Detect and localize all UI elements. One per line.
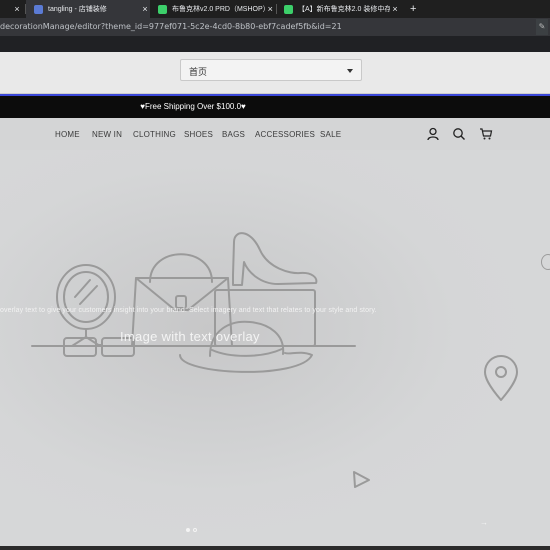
close-icon[interactable]: ×	[12, 4, 22, 14]
doc-favicon-icon	[158, 4, 167, 14]
address-bar: decorationManage/editor?theme_id=977ef07…	[0, 18, 550, 36]
tab-title: tangling - 店铺装修	[48, 6, 107, 13]
store-favicon-icon	[34, 4, 43, 14]
nav-accessories[interactable]: ACCESSORIES	[255, 130, 315, 139]
tab-issue[interactable]: 【A】新布鲁克林2.0 装修中存在 ×	[278, 0, 400, 18]
hero-subtext: overlay text to give your customers insi…	[0, 307, 377, 314]
browser-tab-strip: × tangling - 店铺装修 × 布鲁克林v2.0 PRD（MSHOP） …	[0, 0, 550, 18]
editor-toolbar: 首页	[0, 52, 550, 94]
pencil-icon[interactable]: ✎	[536, 19, 548, 35]
new-tab-button[interactable]: +	[410, 0, 416, 18]
nav-home[interactable]: HOME	[55, 130, 80, 139]
nav-new-in[interactable]: NEW IN	[92, 130, 122, 139]
slide-indicator	[186, 519, 200, 537]
search-icon[interactable]	[452, 127, 466, 141]
tab-title: 布鲁克林v2.0 PRD（MSHOP）	[172, 6, 266, 13]
browser-chrome-gap	[0, 36, 550, 52]
nav-shoes[interactable]: SHOES	[184, 130, 213, 139]
doc-favicon-icon	[284, 4, 293, 14]
slide-dot-active[interactable]	[186, 528, 190, 532]
slide-dot[interactable]	[193, 528, 197, 532]
nav-bags[interactable]: BAGS	[222, 130, 245, 139]
tab-prd[interactable]: 布鲁克林v2.0 PRD（MSHOP） ×	[152, 0, 275, 18]
hero-image-with-text-overlay[interactable]: overlay text to give your customers insi…	[0, 150, 550, 546]
close-icon[interactable]: ×	[390, 4, 400, 14]
arrow-right-icon[interactable]: →	[480, 518, 488, 527]
announcement-text: ♥Free Shipping Over $100.0♥	[140, 102, 246, 111]
cart-icon[interactable]	[479, 127, 493, 141]
nav-sale[interactable]: SALE	[320, 130, 341, 139]
chevron-down-icon	[347, 69, 353, 73]
tab-partial[interactable]: ×	[12, 0, 22, 18]
url-field[interactable]: decorationManage/editor?theme_id=977ef07…	[0, 22, 342, 31]
close-icon[interactable]: ×	[140, 4, 150, 14]
tab-store-decoration[interactable]: tangling - 店铺装修 ×	[26, 0, 150, 18]
store-header: HOME NEW IN CLOTHING SHOES BAGS ACCESSOR…	[0, 118, 550, 150]
announcement-bar: ♥Free Shipping Over $100.0♥	[0, 96, 550, 118]
close-icon[interactable]: ×	[265, 4, 275, 14]
drag-handle[interactable]	[541, 254, 550, 270]
nav-clothing[interactable]: CLOTHING	[133, 130, 176, 139]
fashion-illustration	[31, 232, 518, 488]
page-select-value: 首页	[189, 68, 208, 78]
hero-heading: Image with text overlay	[120, 329, 260, 344]
tab-separator	[276, 4, 277, 14]
page-select-dropdown[interactable]: 首页	[180, 59, 362, 81]
user-icon[interactable]	[426, 127, 440, 141]
new-tab-label: +	[410, 3, 417, 15]
bottom-bar	[0, 546, 550, 550]
tab-title: 【A】新布鲁克林2.0 装修中存在	[298, 6, 390, 13]
